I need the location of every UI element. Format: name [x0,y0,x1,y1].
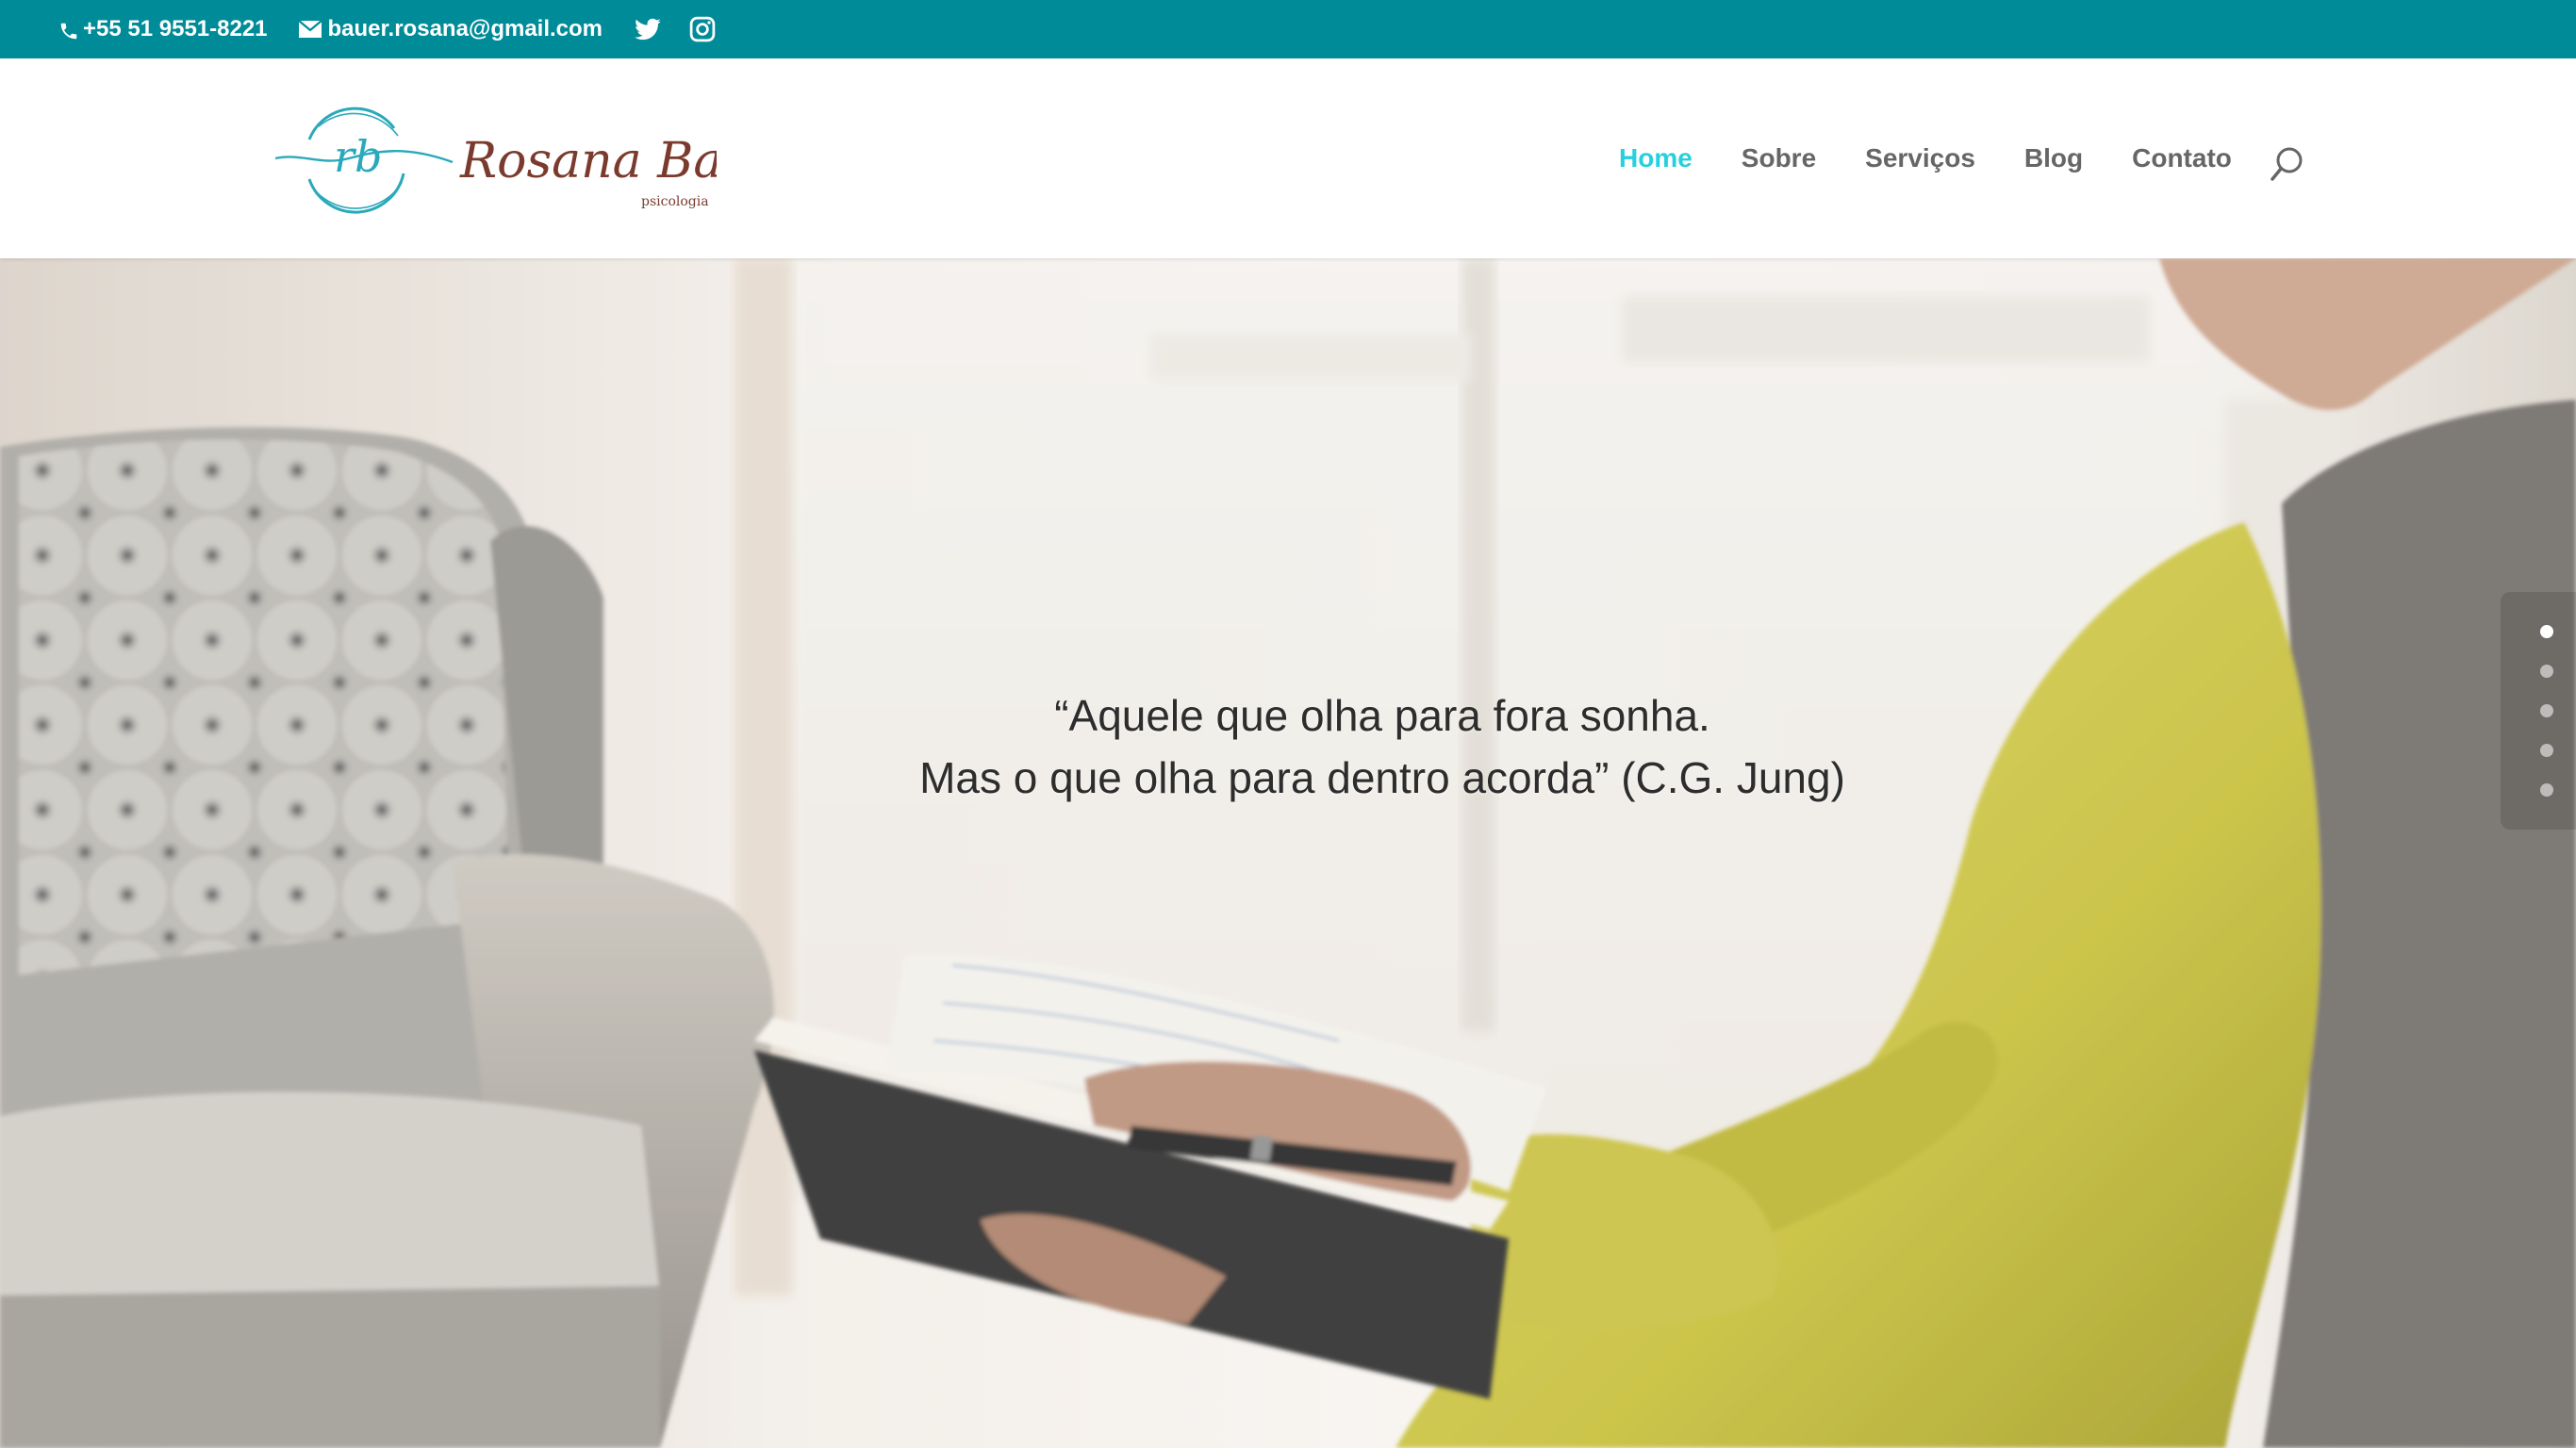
nav-sobre[interactable]: Sobre [1742,143,1816,173]
search-icon[interactable] [2269,145,2306,183]
instagram-icon [689,16,716,42]
slide-dot-4[interactable] [2540,744,2553,757]
slider-pagination [2501,592,2576,830]
twitter-link[interactable] [633,14,663,44]
slide-dot-5[interactable] [2540,783,2553,797]
email-icon [297,20,322,38]
quote-line-2: Mas o que olha para dentro acorda” (C.G.… [919,753,1845,802]
email-text: bauer.rosana@gmail.com [327,16,603,41]
phone-icon [60,23,77,40]
hero-slider: “Aquele que olha para fora sonha. Mas o … [0,258,2576,1448]
phone-link[interactable]: +55 51 9551-8221 [58,16,268,42]
nav-servicos[interactable]: Serviços [1865,143,1975,173]
hero-quote: “Aquele que olha para fora sonha. Mas o … [0,684,2576,809]
logo-subtitle: psicologia [641,194,709,209]
twitter-icon [635,18,661,41]
nav-home[interactable]: Home [1619,143,1693,173]
logo-name: Rosana Bauer [459,133,717,189]
nav-blog[interactable]: Blog [2024,143,2083,173]
instagram-link[interactable] [687,14,718,44]
top-bar: +55 51 9551-8221 bauer.rosana@gmail.com [0,0,2576,58]
email-link[interactable]: bauer.rosana@gmail.com [297,16,603,42]
logo[interactable]: rb Rosana Bauer psicologia [273,100,717,219]
main-nav: Home Sobre Serviços Blog Contato [1619,143,2281,173]
phone-text: +55 51 9551-8221 [83,16,268,41]
quote-line-1: “Aquele que olha para fora sonha. [1054,691,1710,740]
slide-dot-2[interactable] [2540,665,2553,678]
logo-monogram: rb [334,131,382,182]
slide-dot-1[interactable] [2540,625,2553,638]
site-header: rb Rosana Bauer psicologia Home Sobre Se… [0,58,2576,258]
nav-contato[interactable]: Contato [2132,143,2232,173]
hero-photo [0,258,2576,1448]
slide-dot-3[interactable] [2540,704,2553,717]
